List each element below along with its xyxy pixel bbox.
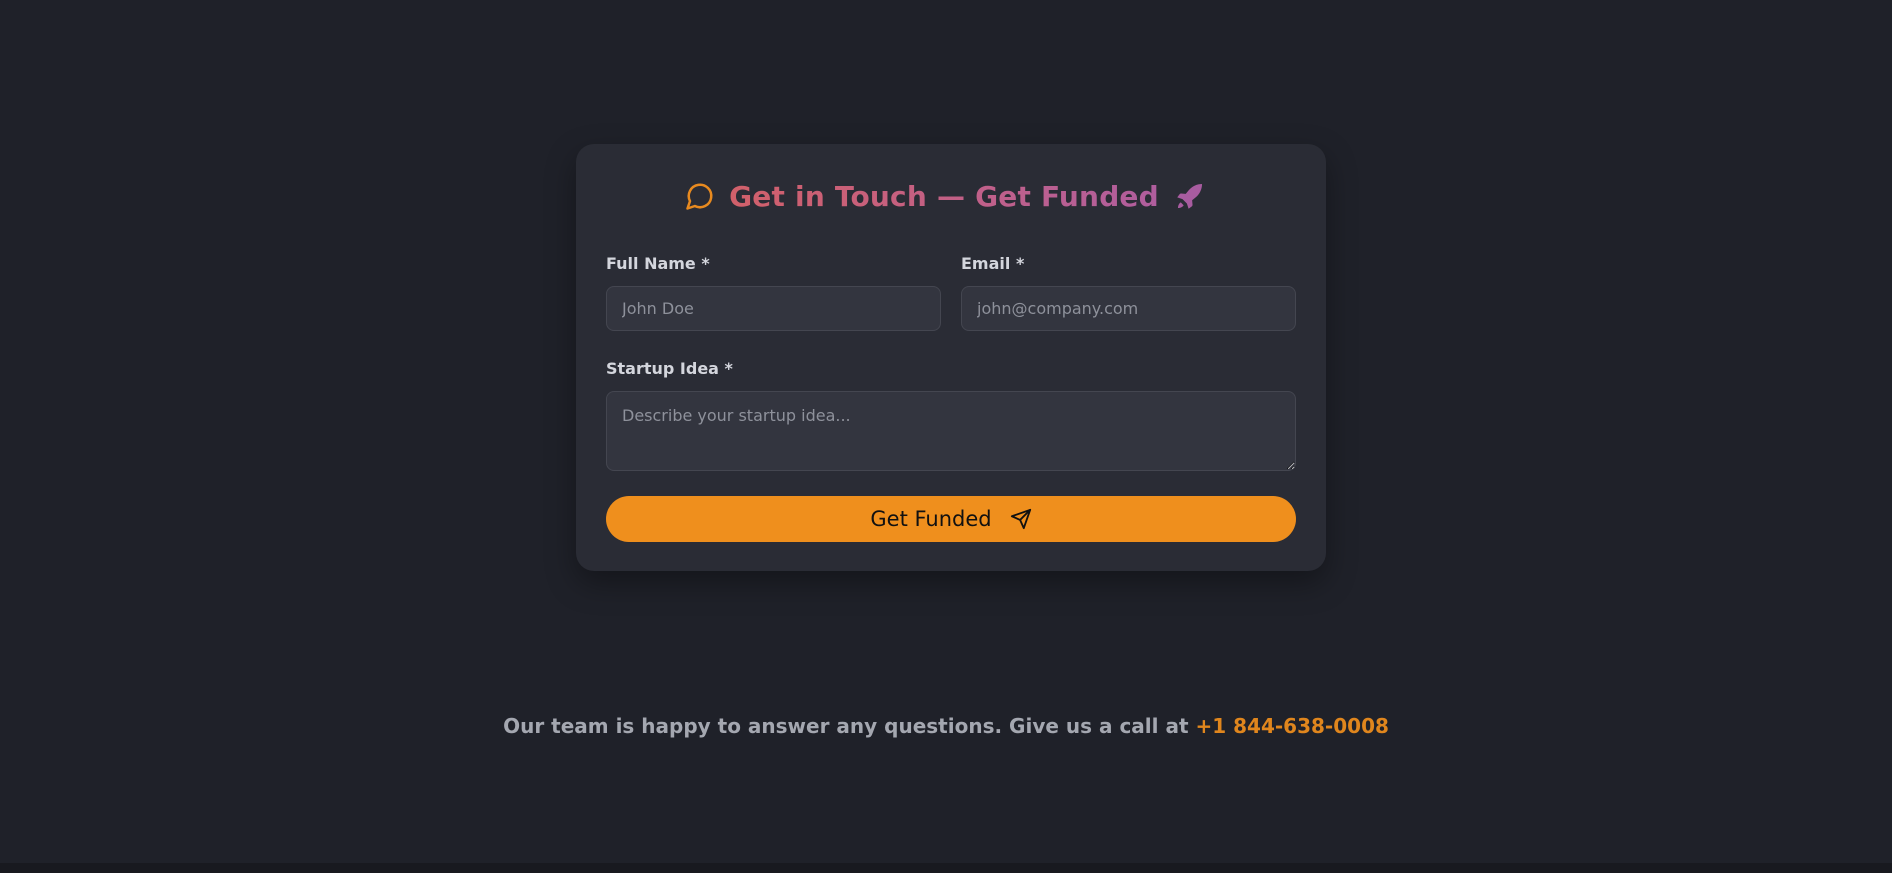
startup-idea-textarea[interactable] bbox=[606, 391, 1296, 471]
form-title: Get in Touch — Get Funded bbox=[0, 176, 1892, 216]
email-label: Email * bbox=[961, 254, 1025, 273]
footer-text: Our team is happy to answer any question… bbox=[503, 714, 1189, 738]
send-icon bbox=[1010, 508, 1032, 530]
phone-link[interactable]: +1 844-638-0008 bbox=[1196, 714, 1389, 738]
get-funded-button-label: Get Funded bbox=[870, 507, 992, 531]
footer-contact-text: Our team is happy to answer any question… bbox=[0, 714, 1892, 738]
chat-bubble-icon bbox=[685, 181, 715, 211]
full-name-label: Full Name * bbox=[606, 254, 710, 273]
form-title-text: Get in Touch — Get Funded bbox=[729, 179, 1159, 213]
get-funded-button[interactable]: Get Funded bbox=[606, 496, 1296, 542]
bottom-bar bbox=[0, 863, 1892, 873]
startup-idea-label: Startup Idea * bbox=[606, 359, 733, 378]
email-input[interactable] bbox=[961, 286, 1296, 331]
full-name-input[interactable] bbox=[606, 286, 941, 331]
rocket-icon bbox=[1173, 179, 1207, 213]
